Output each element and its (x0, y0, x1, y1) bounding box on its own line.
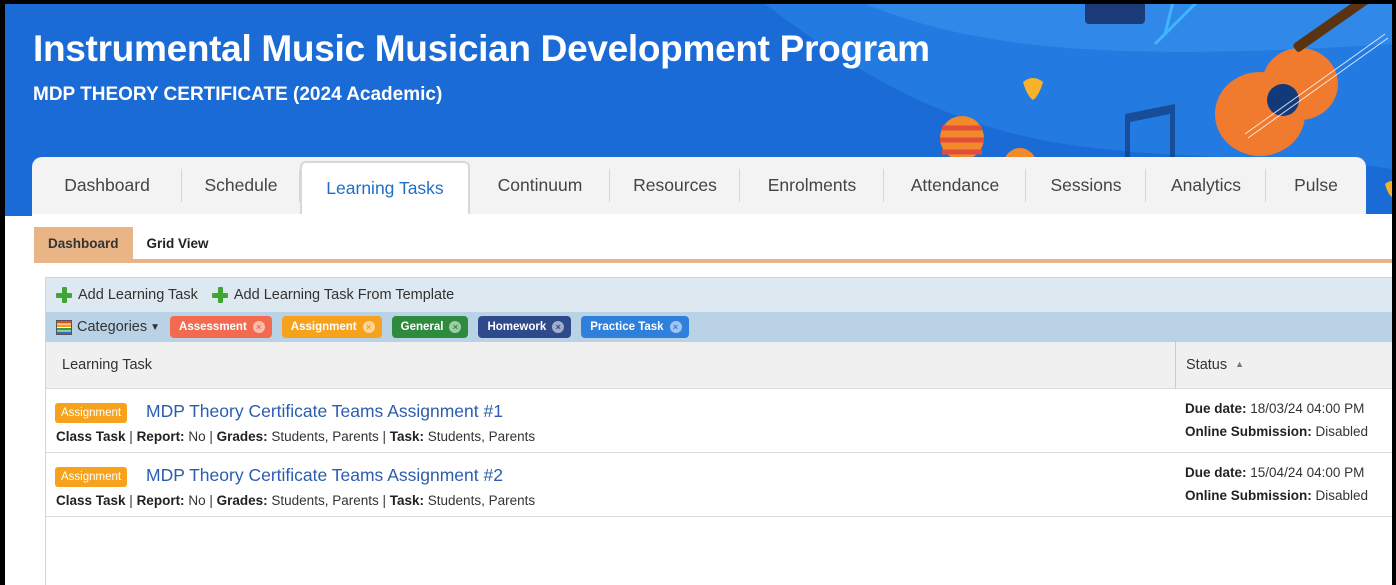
tab-sessions[interactable]: Sessions (1026, 157, 1146, 214)
due-date-value: 15/04/24 04:00 PM (1250, 465, 1365, 480)
category-chip-assignment[interactable]: Assignment × (281, 316, 382, 338)
plus-icon (211, 287, 228, 303)
categories-icon (56, 319, 72, 335)
task-value: Students, Parents (427, 493, 536, 508)
report-value: No (188, 429, 206, 444)
tab-content: Dashboard Grid View Add Learning Task Ad… (32, 214, 1392, 585)
task-toolbar: Add Learning Task Add Learning Task From… (46, 277, 1392, 312)
caret-down-icon[interactable]: ▼ (150, 322, 160, 333)
grades-label: Grades: (216, 429, 268, 444)
task-label: Task: (389, 493, 425, 508)
app-title: Instrumental Music Musician Development … (33, 28, 930, 69)
tab-continuum[interactable]: Continuum (470, 157, 610, 214)
task-meta: Class Task | Report: No | Grades: Studen… (56, 493, 536, 508)
grades-label: Grades: (216, 493, 268, 508)
table-header: Learning Task Status ▲ (46, 342, 1392, 389)
add-learning-task-label: Add Learning Task (78, 287, 198, 303)
category-filter-bar: Categories ▼ Assessment × Assignment × G… (46, 312, 1392, 342)
class-task-label: Class Task (56, 429, 126, 444)
online-submission: Online Submission: Disabled (1185, 488, 1368, 503)
online-submission: Online Submission: Disabled (1185, 424, 1368, 439)
column-header-status[interactable]: Status ▲ (1186, 357, 1244, 373)
main-tab-bar: Dashboard Schedule Learning Tasks Contin… (32, 157, 1366, 214)
due-date-value: 18/03/24 04:00 PM (1250, 401, 1365, 416)
tab-pulse[interactable]: Pulse (1266, 157, 1366, 214)
category-badge: Assignment (55, 403, 128, 423)
column-header-learning-task[interactable]: Learning Task (62, 357, 152, 373)
subtab-grid-view[interactable]: Grid View (133, 227, 223, 260)
category-chip-general[interactable]: General × (391, 316, 469, 338)
remove-chip-icon[interactable]: × (449, 321, 462, 333)
report-value: No (188, 493, 206, 508)
tab-resources[interactable]: Resources (610, 157, 740, 214)
category-badge: Assignment (55, 467, 128, 487)
tab-enrolments[interactable]: Enrolments (740, 157, 884, 214)
table-row: Assignment MDP Theory Certificate Teams … (46, 389, 1392, 453)
grades-value: Students, Parents (271, 493, 379, 508)
remove-chip-icon[interactable]: × (252, 321, 265, 333)
category-chip-assessment[interactable]: Assessment × (170, 316, 272, 338)
plus-icon (56, 287, 72, 303)
due-date-label: Due date: (1185, 401, 1247, 416)
subtab-dashboard[interactable]: Dashboard (34, 227, 133, 260)
remove-chip-icon[interactable]: × (669, 321, 682, 333)
report-label: Report: (136, 493, 185, 508)
task-value: Students, Parents (427, 429, 536, 444)
course-subtitle: MDP THEORY CERTIFICATE (2024 Academic) (33, 84, 443, 105)
categories-dropdown[interactable]: Categories (77, 319, 147, 335)
sort-ascending-icon[interactable]: ▲ (1235, 359, 1244, 369)
chip-label: Assignment (290, 321, 357, 333)
due-date: Due date: 15/04/24 04:00 PM (1185, 465, 1364, 480)
tab-learning-tasks[interactable]: Learning Tasks (300, 161, 470, 214)
add-from-template-label: Add Learning Task From Template (233, 287, 455, 303)
task-label: Task: (389, 429, 425, 444)
remove-chip-icon[interactable]: × (552, 321, 565, 333)
app-window: Instrumental Music Musician Development … (5, 4, 1392, 585)
online-submission-label: Online Submission: (1185, 424, 1312, 439)
learning-tasks-panel: Add Learning Task Add Learning Task From… (45, 277, 1392, 585)
category-chip-practice-task[interactable]: Practice Task × (581, 316, 689, 338)
tab-analytics[interactable]: Analytics (1146, 157, 1266, 214)
category-chip-homework[interactable]: Homework × (478, 316, 572, 338)
task-title-link[interactable]: MDP Theory Certificate Teams Assignment … (146, 401, 503, 422)
tab-schedule[interactable]: Schedule (182, 157, 300, 214)
online-submission-value: Disabled (1315, 488, 1369, 503)
status-header-label: Status (1186, 357, 1228, 373)
add-from-template-button[interactable]: Add Learning Task From Template (211, 287, 455, 303)
chip-label: Homework (487, 321, 547, 333)
class-task-label: Class Task (56, 493, 126, 508)
online-submission-label: Online Submission: (1185, 488, 1312, 503)
tab-dashboard[interactable]: Dashboard (32, 157, 182, 214)
grades-value: Students, Parents (271, 429, 379, 444)
sub-tab-bar: Dashboard Grid View (34, 227, 223, 260)
online-submission-value: Disabled (1315, 424, 1369, 439)
add-learning-task-button[interactable]: Add Learning Task (56, 287, 198, 303)
column-divider (1175, 342, 1176, 389)
tab-attendance[interactable]: Attendance (884, 157, 1026, 214)
report-label: Report: (136, 429, 185, 444)
task-title-link[interactable]: MDP Theory Certificate Teams Assignment … (146, 465, 503, 486)
due-date-label: Due date: (1185, 465, 1247, 480)
chip-label: Practice Task (590, 321, 664, 333)
due-date: Due date: 18/03/24 04:00 PM (1185, 401, 1364, 416)
chip-label: Assessment (179, 321, 247, 333)
subtab-underline (34, 259, 1392, 263)
table-row: Assignment MDP Theory Certificate Teams … (46, 453, 1392, 517)
task-meta: Class Task | Report: No | Grades: Studen… (56, 429, 536, 444)
chip-label: General (400, 321, 444, 333)
remove-chip-icon[interactable]: × (362, 321, 375, 333)
